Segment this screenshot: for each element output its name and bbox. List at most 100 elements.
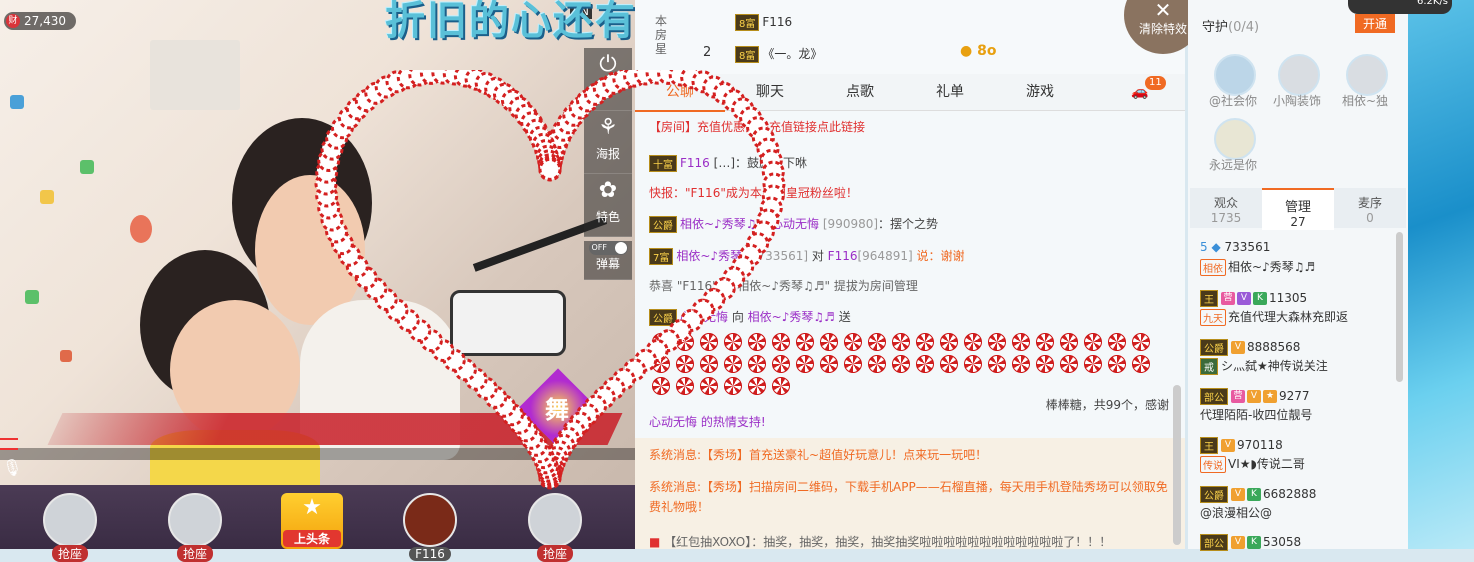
background-ocean: 6.2K/s xyxy=(1348,0,1474,549)
lollipop-icon xyxy=(892,332,910,351)
guard-avatar[interactable] xyxy=(1214,118,1256,160)
message-chat: 公爵 相依~♪秀琴♫♬ 心动无悔 [990980]：摆个之势 xyxy=(649,215,1169,233)
seat-avatar xyxy=(403,493,457,547)
danmaku-toggle[interactable]: OFF 弹幕 xyxy=(584,241,632,280)
lollipop-icon xyxy=(1084,354,1102,373)
lollipop-icon xyxy=(724,376,742,395)
wealth-counter: 财 27,430 xyxy=(4,12,76,30)
admin-scrollbar[interactable] xyxy=(1396,232,1403,382)
menu-icon[interactable] xyxy=(0,438,18,450)
admin-row[interactable]: 5 ◆ 733561 xyxy=(1200,240,1400,254)
tab-public[interactable]: 公聊 xyxy=(635,74,725,112)
admin-row[interactable]: 王 V 970118 xyxy=(1200,437,1400,454)
guard-avatar[interactable] xyxy=(1214,54,1256,96)
lollipop-icon xyxy=(700,332,718,351)
gift-lollipops xyxy=(649,330,1169,396)
seat-avatar xyxy=(43,493,97,547)
lollipop-icon xyxy=(820,354,838,373)
toggle-switch[interactable]: OFF xyxy=(588,241,628,255)
admin-row[interactable]: 部公 V K 53058 xyxy=(1200,534,1400,551)
tab-games[interactable]: 游戏 xyxy=(995,74,1085,110)
lollipop-icon xyxy=(796,332,814,351)
microphone xyxy=(450,290,566,356)
seat-1[interactable]: 抢座 xyxy=(30,493,110,562)
lollipop-icon xyxy=(1036,332,1054,351)
wall-decor xyxy=(130,215,152,243)
guard-avatar[interactable] xyxy=(1278,54,1320,96)
power-icon: ⏻ xyxy=(599,52,617,77)
mic-icon[interactable]: 🎙 xyxy=(2,458,22,482)
lollipop-icon xyxy=(676,376,694,395)
tab-mic-queue[interactable]: 麦序 0 xyxy=(1334,188,1406,228)
guard-panel: 守护(0/4) 开通 @社会你 小陶装饰 相依~独 永远是你 观众 1735 管理… xyxy=(1188,0,1408,551)
chat-scrollbar[interactable] xyxy=(1173,385,1181,545)
room-info: 本房星 2 8富 F116 8富 《一。龙》 ● 8o xyxy=(635,0,1185,74)
wall-decor xyxy=(80,160,94,174)
admin-row-name: 戒シ灬弑★神传说关注 xyxy=(1200,357,1400,375)
lollipop-icon xyxy=(748,376,766,395)
lollipop-icon xyxy=(1036,354,1054,373)
car-badge: 11 xyxy=(1145,76,1166,90)
lollipop-icon xyxy=(772,376,790,395)
live-video[interactable]: 财 27,430 CN ⏻ ⚘ 海报 ✿ 特色 OFF 弹幕 舞 xyxy=(0,0,635,485)
tab-chat[interactable]: 聊天 xyxy=(725,74,815,110)
tab-admins[interactable]: 管理 27 xyxy=(1262,188,1334,230)
lollipop-icon xyxy=(844,354,862,373)
message-notice: 快报："F116"成为本房的皇冠粉丝啦！ xyxy=(649,186,858,200)
volume-bar[interactable] xyxy=(0,438,635,460)
toggle-knob xyxy=(614,242,627,254)
admin-row[interactable]: 公爵 V K 6682888 xyxy=(1200,486,1400,503)
lollipop-icon xyxy=(772,332,790,351)
lollipop-icon xyxy=(988,354,1006,373)
power-button[interactable]: ⏻ xyxy=(584,48,632,111)
wall-decor xyxy=(60,350,72,362)
effects-button[interactable]: ✿ 特色 xyxy=(584,174,632,237)
message-chat: 7富 相依~♪秀琴♫[733561] 对 F116[964891] 说：谢谢 xyxy=(649,247,1169,265)
star-icon: ★ xyxy=(302,495,322,520)
second-fan[interactable]: 8富 《一。龙》 xyxy=(735,45,822,63)
gift-thanks: 心动无悔 的热情支持! xyxy=(649,415,766,428)
seat-5[interactable]: 抢座 xyxy=(515,493,595,562)
seat-avatar xyxy=(528,493,582,547)
dance-badge-label: 舞 xyxy=(545,396,569,424)
lollipop-icon xyxy=(748,354,766,373)
lollipop-icon xyxy=(772,354,790,373)
poster-icon: ⚘ xyxy=(598,115,618,140)
open-guard-button[interactable]: 开通 xyxy=(1355,14,1396,33)
admin-row[interactable]: 部公营 V ★ 9277 xyxy=(1200,388,1400,405)
lollipop-icon xyxy=(868,332,886,351)
lollipop-icon xyxy=(700,354,718,373)
tab-gift-list[interactable]: 礼单 xyxy=(905,74,995,110)
seat-4[interactable]: F116 xyxy=(390,493,470,561)
lollipop-icon xyxy=(964,354,982,373)
effects-icon: ✿ xyxy=(598,178,618,203)
lollipop-icon xyxy=(652,354,670,373)
room-count: 2 xyxy=(703,45,712,60)
lollipop-icon xyxy=(916,332,934,351)
redpack-icon: ■ xyxy=(649,535,661,549)
gift-summary: 棒棒糖，共99个，感谢 xyxy=(1045,398,1169,412)
admin-row[interactable]: 王营 V K 11305 xyxy=(1200,290,1400,307)
guard-avatar[interactable] xyxy=(1346,54,1388,96)
admin-row-name: 代理陌陌-收四位靓号 xyxy=(1200,408,1313,422)
top-fan[interactable]: 8富 F116 xyxy=(735,14,792,31)
tab-song[interactable]: 点歌 xyxy=(815,74,905,110)
lollipop-icon xyxy=(724,354,742,373)
tab-car[interactable]: 🚗 11 xyxy=(1095,74,1185,110)
fans-label: 本房星 xyxy=(655,14,668,56)
message-info: 恭喜 "F116" 被 相依~♪秀琴♫♬" 提拔为房间管理 xyxy=(649,279,918,293)
message-system: 系统消息:【秀场】首充送豪礼~超值好玩意儿！点来玩一玩吧！ xyxy=(649,448,988,462)
lollipop-icon xyxy=(1012,354,1030,373)
guard-title: 守护(0/4) xyxy=(1202,20,1260,35)
lollipop-icon xyxy=(844,332,862,351)
lollipop-icon xyxy=(868,354,886,373)
admin-row-name: 相依 相依~♪秀琴♫♬ xyxy=(1200,258,1400,276)
seat-2[interactable]: 抢座 xyxy=(155,493,235,562)
tab-audience[interactable]: 观众 1735 xyxy=(1190,188,1262,228)
lollipop-icon xyxy=(724,332,742,351)
headline-button[interactable]: ★ 上头条 xyxy=(281,493,343,549)
poster-button[interactable]: ⚘ 海报 xyxy=(584,111,632,174)
player-controls: ⏻ ⚘ 海报 ✿ 特色 OFF 弹幕 xyxy=(584,48,632,280)
admin-row[interactable]: 公爵 V 8888568 xyxy=(1200,339,1400,356)
lollipop-icon xyxy=(1012,332,1030,351)
